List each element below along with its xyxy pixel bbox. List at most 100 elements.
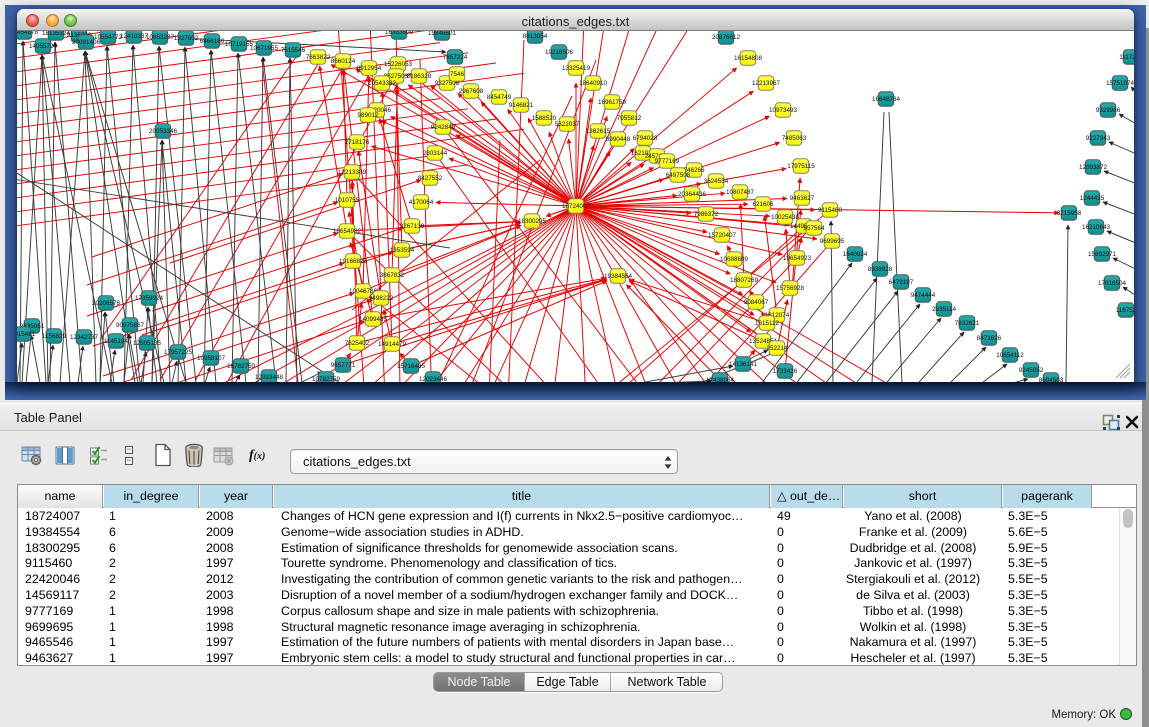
svg-text:6497508: 6497508 (666, 172, 691, 179)
svg-text:9474444: 9474444 (911, 292, 936, 299)
svg-text:20876612: 20876612 (712, 34, 741, 41)
svg-text:8660124: 8660124 (331, 58, 356, 65)
svg-text:16210643: 16210643 (1082, 224, 1111, 231)
svg-text:12923448: 12923448 (255, 374, 284, 381)
svg-text:15692971: 15692971 (1088, 251, 1117, 258)
svg-text:90975887: 90975887 (116, 322, 145, 329)
svg-text:3915481: 3915481 (17, 331, 36, 338)
svg-text:1733426: 1733426 (773, 368, 798, 375)
svg-text:10807487: 10807487 (726, 189, 755, 196)
svg-text:1615112: 1615112 (755, 320, 780, 327)
svg-text:16154808: 16154808 (734, 55, 763, 62)
svg-text:8186328: 8186328 (407, 73, 432, 80)
svg-text:9245052: 9245052 (1019, 367, 1044, 374)
svg-text:8427552: 8427552 (418, 175, 443, 182)
svg-text:18640910: 18640910 (579, 80, 608, 87)
svg-text:20364436: 20364436 (678, 191, 707, 198)
svg-text:8471626: 8471626 (977, 335, 1002, 342)
svg-text:9115460: 9115460 (818, 207, 843, 214)
svg-text:17359924: 17359924 (135, 295, 164, 302)
svg-text:10958107: 10958107 (197, 355, 226, 362)
svg-text:8454749: 8454749 (487, 94, 512, 101)
svg-text:15756928: 15756928 (776, 285, 805, 292)
svg-text:12093872: 12093872 (1079, 164, 1108, 171)
svg-text:10973493: 10973493 (769, 107, 798, 114)
svg-text:621606: 621606 (752, 201, 774, 208)
svg-text:6466160: 6466160 (200, 38, 225, 45)
svg-text:6479197: 6479197 (889, 279, 914, 286)
svg-text:7632621: 7632621 (955, 320, 980, 327)
svg-text:10654982: 10654982 (333, 228, 362, 235)
svg-text:9463627: 9463627 (790, 195, 815, 202)
svg-text:4170064: 4170064 (409, 199, 434, 206)
svg-text:8813054: 8813054 (523, 33, 548, 40)
svg-text:2935114: 2935114 (932, 306, 957, 313)
svg-text:16648784: 16648784 (872, 96, 901, 103)
svg-text:17016504: 17016504 (1098, 280, 1127, 287)
svg-text:1362615: 1362615 (586, 128, 611, 135)
svg-text:7546: 7546 (450, 71, 465, 78)
svg-text:9657771: 9657771 (331, 362, 356, 369)
svg-text:14055724: 14055724 (29, 43, 58, 50)
svg-text:3215958: 3215958 (1057, 210, 1082, 217)
svg-text:7625402: 7625402 (345, 340, 370, 347)
svg-text:7857224: 7857224 (443, 54, 468, 61)
svg-text:18300295: 18300295 (518, 218, 547, 225)
svg-text:16961758: 16961758 (598, 99, 627, 106)
svg-text:8694503: 8694503 (1039, 377, 1064, 382)
svg-text:9699695: 9699695 (820, 238, 845, 245)
svg-text:9084067: 9084067 (744, 299, 769, 306)
svg-text:17975115: 17975115 (787, 163, 815, 170)
svg-text:7515546: 7515546 (281, 47, 306, 54)
svg-text:7663822: 7663822 (306, 54, 331, 61)
svg-text:18724007: 18724007 (562, 203, 591, 210)
svg-text:12342737: 12342737 (70, 334, 99, 341)
svg-text:10671955: 10671955 (250, 45, 279, 52)
svg-text:19166825: 19166825 (339, 258, 368, 265)
svg-text:3867832: 3867832 (380, 272, 405, 279)
svg-text:1010755: 1010755 (335, 197, 360, 204)
svg-text:3267130: 3267130 (400, 223, 425, 230)
svg-text:10688609: 10688609 (720, 256, 749, 263)
svg-text:9777169: 9777169 (655, 158, 680, 165)
svg-text:1244415: 1244415 (1080, 195, 1105, 202)
svg-text:8990448: 8990448 (606, 136, 631, 143)
svg-text:5322037: 5322037 (555, 121, 580, 128)
svg-text:9242848: 9242848 (431, 124, 456, 131)
svg-text:12023446: 12023446 (419, 376, 448, 382)
svg-text:9146821: 9146821 (509, 102, 534, 109)
svg-text:16782759: 16782759 (227, 363, 256, 370)
svg-text:1640934: 1640934 (843, 251, 868, 258)
svg-text:989012: 989012 (357, 112, 379, 119)
svg-text:7485063: 7485063 (782, 135, 807, 142)
svg-text:252214: 252214 (766, 345, 788, 352)
svg-text:15716485: 15716485 (397, 363, 426, 370)
svg-text:2803144: 2803144 (423, 150, 448, 157)
svg-text:2718176: 2718176 (345, 139, 370, 146)
svg-text:9227343: 9227343 (1086, 135, 1111, 142)
svg-text:6794028: 6794028 (633, 135, 658, 142)
svg-text:15751074: 15751074 (1106, 80, 1134, 87)
svg-text:1353594: 1353594 (390, 247, 415, 254)
svg-text:10654112: 10654112 (996, 352, 1024, 359)
svg-text:15226053: 15226053 (384, 61, 413, 68)
svg-text:10025438: 10025438 (771, 214, 800, 221)
svg-text:957564: 957564 (803, 225, 825, 232)
svg-text:19384554: 19384554 (604, 273, 633, 280)
svg-text:1145194: 1145194 (104, 338, 129, 345)
svg-text:18807269: 18807269 (730, 277, 759, 284)
svg-text:10554772: 10554772 (94, 34, 123, 41)
svg-text:19654923: 19654923 (783, 255, 812, 262)
svg-text:12505135: 12505135 (133, 340, 162, 347)
svg-text:10653287: 10653287 (146, 34, 175, 41)
svg-text:1588520: 1588520 (532, 115, 557, 122)
svg-text:14914479: 14914479 (378, 341, 407, 348)
svg-text:12213389: 12213389 (338, 169, 367, 176)
svg-text:14136141: 14136141 (729, 361, 758, 368)
svg-text:20053346: 20053346 (149, 128, 178, 135)
svg-text:9329966: 9329966 (1096, 107, 1121, 114)
svg-text:16454878: 16454878 (17, 31, 38, 36)
svg-text:2967608: 2967608 (459, 88, 484, 95)
svg-text:12410337: 12410337 (120, 33, 149, 40)
svg-text:14099485: 14099485 (359, 316, 388, 323)
